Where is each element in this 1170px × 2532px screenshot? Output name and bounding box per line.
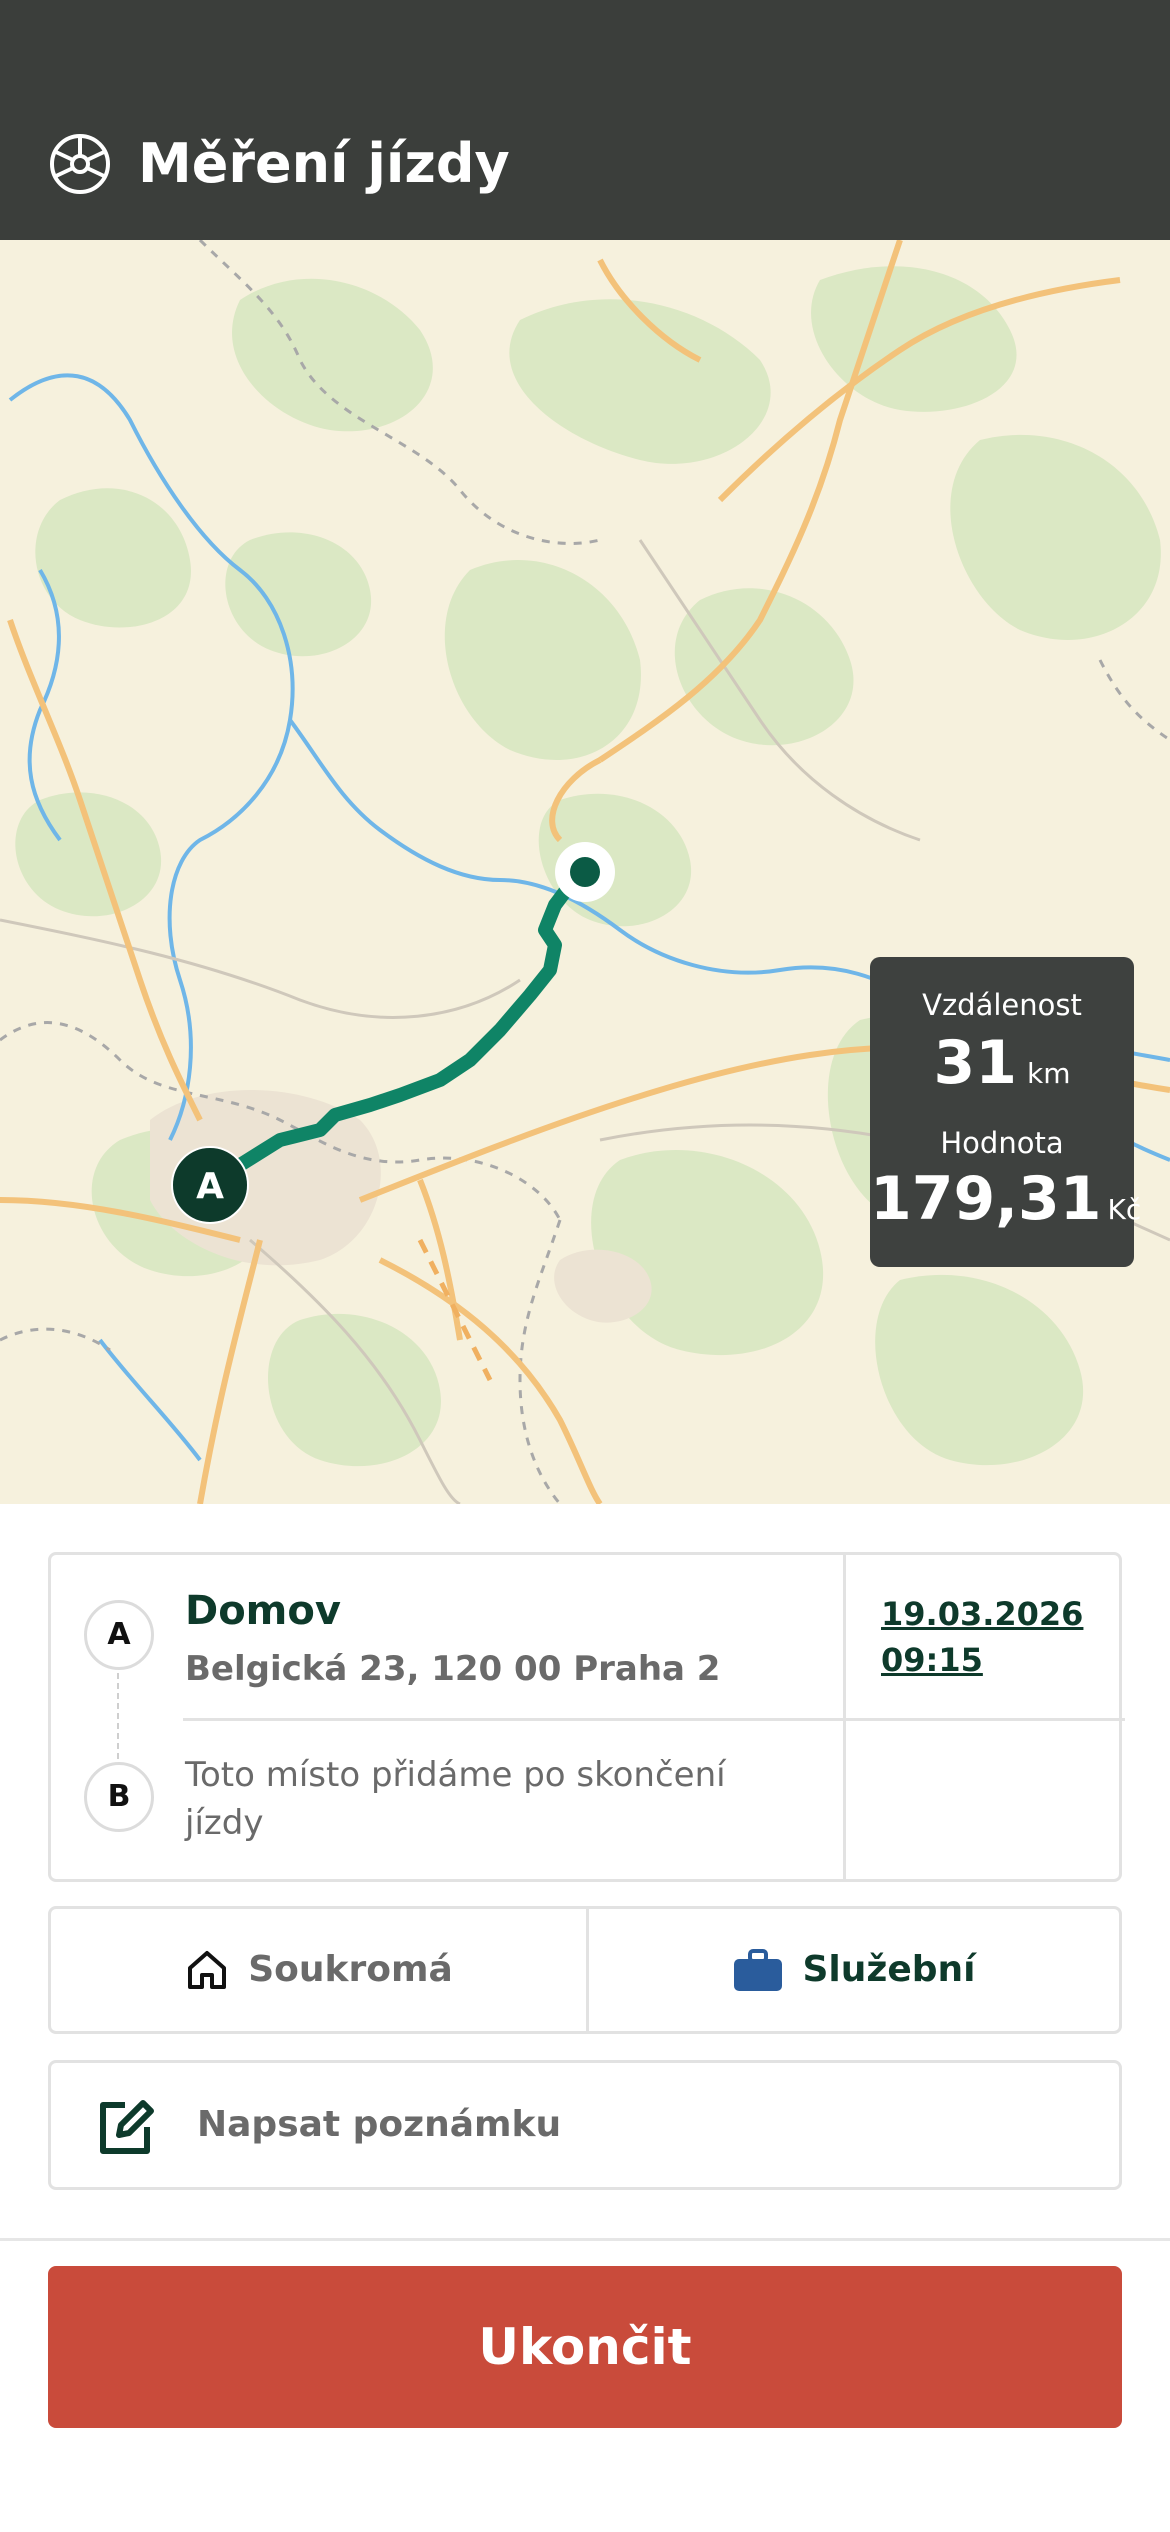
value-amount: 179,31 xyxy=(870,1164,1102,1234)
end-point-marker: B xyxy=(84,1762,154,1832)
private-trip-option[interactable]: Soukromá xyxy=(51,1909,586,2031)
start-point-marker: A xyxy=(84,1600,154,1670)
distance-label: Vzdálenost xyxy=(922,988,1082,1022)
value-readout: 179,31 Kč xyxy=(870,1161,1141,1237)
home-icon xyxy=(188,1951,227,1989)
add-note-button[interactable]: Napsat poznámku xyxy=(48,2060,1122,2190)
end-trip-button[interactable]: Ukončit xyxy=(48,2266,1122,2428)
start-marker-label: A xyxy=(196,1166,224,1207)
trip-details-card: A B Domov Belgická 23, 120 00 Praha 2 To… xyxy=(48,1552,1125,1882)
edit-note-icon xyxy=(100,2100,154,2154)
app-header: Měření jízdy xyxy=(0,0,1170,240)
private-trip-label: Soukromá xyxy=(248,1949,453,1990)
start-place-address: Belgická 23, 120 00 Praha 2 xyxy=(185,1649,721,1689)
distance-readout: 31 km xyxy=(870,1027,1134,1099)
value-label: Hodnota xyxy=(940,1126,1064,1160)
end-place-placeholder: Toto místo přidáme po skončení jízdy xyxy=(185,1755,726,1843)
briefcase-icon xyxy=(734,1949,783,1991)
map-canvas: A xyxy=(0,240,1170,1504)
business-trip-label: Služební xyxy=(802,1949,976,1990)
steering-wheel-icon xyxy=(50,134,110,194)
footer-divider xyxy=(0,2238,1170,2241)
start-time: 09:15 xyxy=(881,1641,983,1679)
add-note-label: Napsat poznámku xyxy=(197,2104,562,2145)
business-trip-option[interactable]: Služební xyxy=(589,1909,1119,2031)
distance-value: 31 xyxy=(933,1028,1018,1098)
page-title: Měření jízdy xyxy=(138,132,510,195)
distance-unit: km xyxy=(1027,1057,1071,1090)
current-position-dot xyxy=(570,857,600,887)
card-divider-vertical xyxy=(843,1555,846,1879)
trip-stats-overlay: Vzdálenost 31 km Hodnota 179,31 Kč xyxy=(870,957,1141,1267)
route-connector-line xyxy=(117,1673,119,1759)
map-planned-road xyxy=(417,1238,493,1382)
trip-type-selector: Soukromá Služební xyxy=(48,1906,1122,2034)
card-divider-horizontal xyxy=(183,1718,1125,1721)
start-place-name[interactable]: Domov xyxy=(185,1585,341,1637)
start-date: 19.03.2026 xyxy=(881,1595,1084,1633)
value-unit: Kč xyxy=(1107,1193,1142,1226)
route-map[interactable]: A Vzdálenost 31 km Hodnota 179,31 Kč xyxy=(0,240,1170,1504)
start-datetime-link[interactable]: 19.03.2026 09:15 xyxy=(881,1591,1083,1683)
